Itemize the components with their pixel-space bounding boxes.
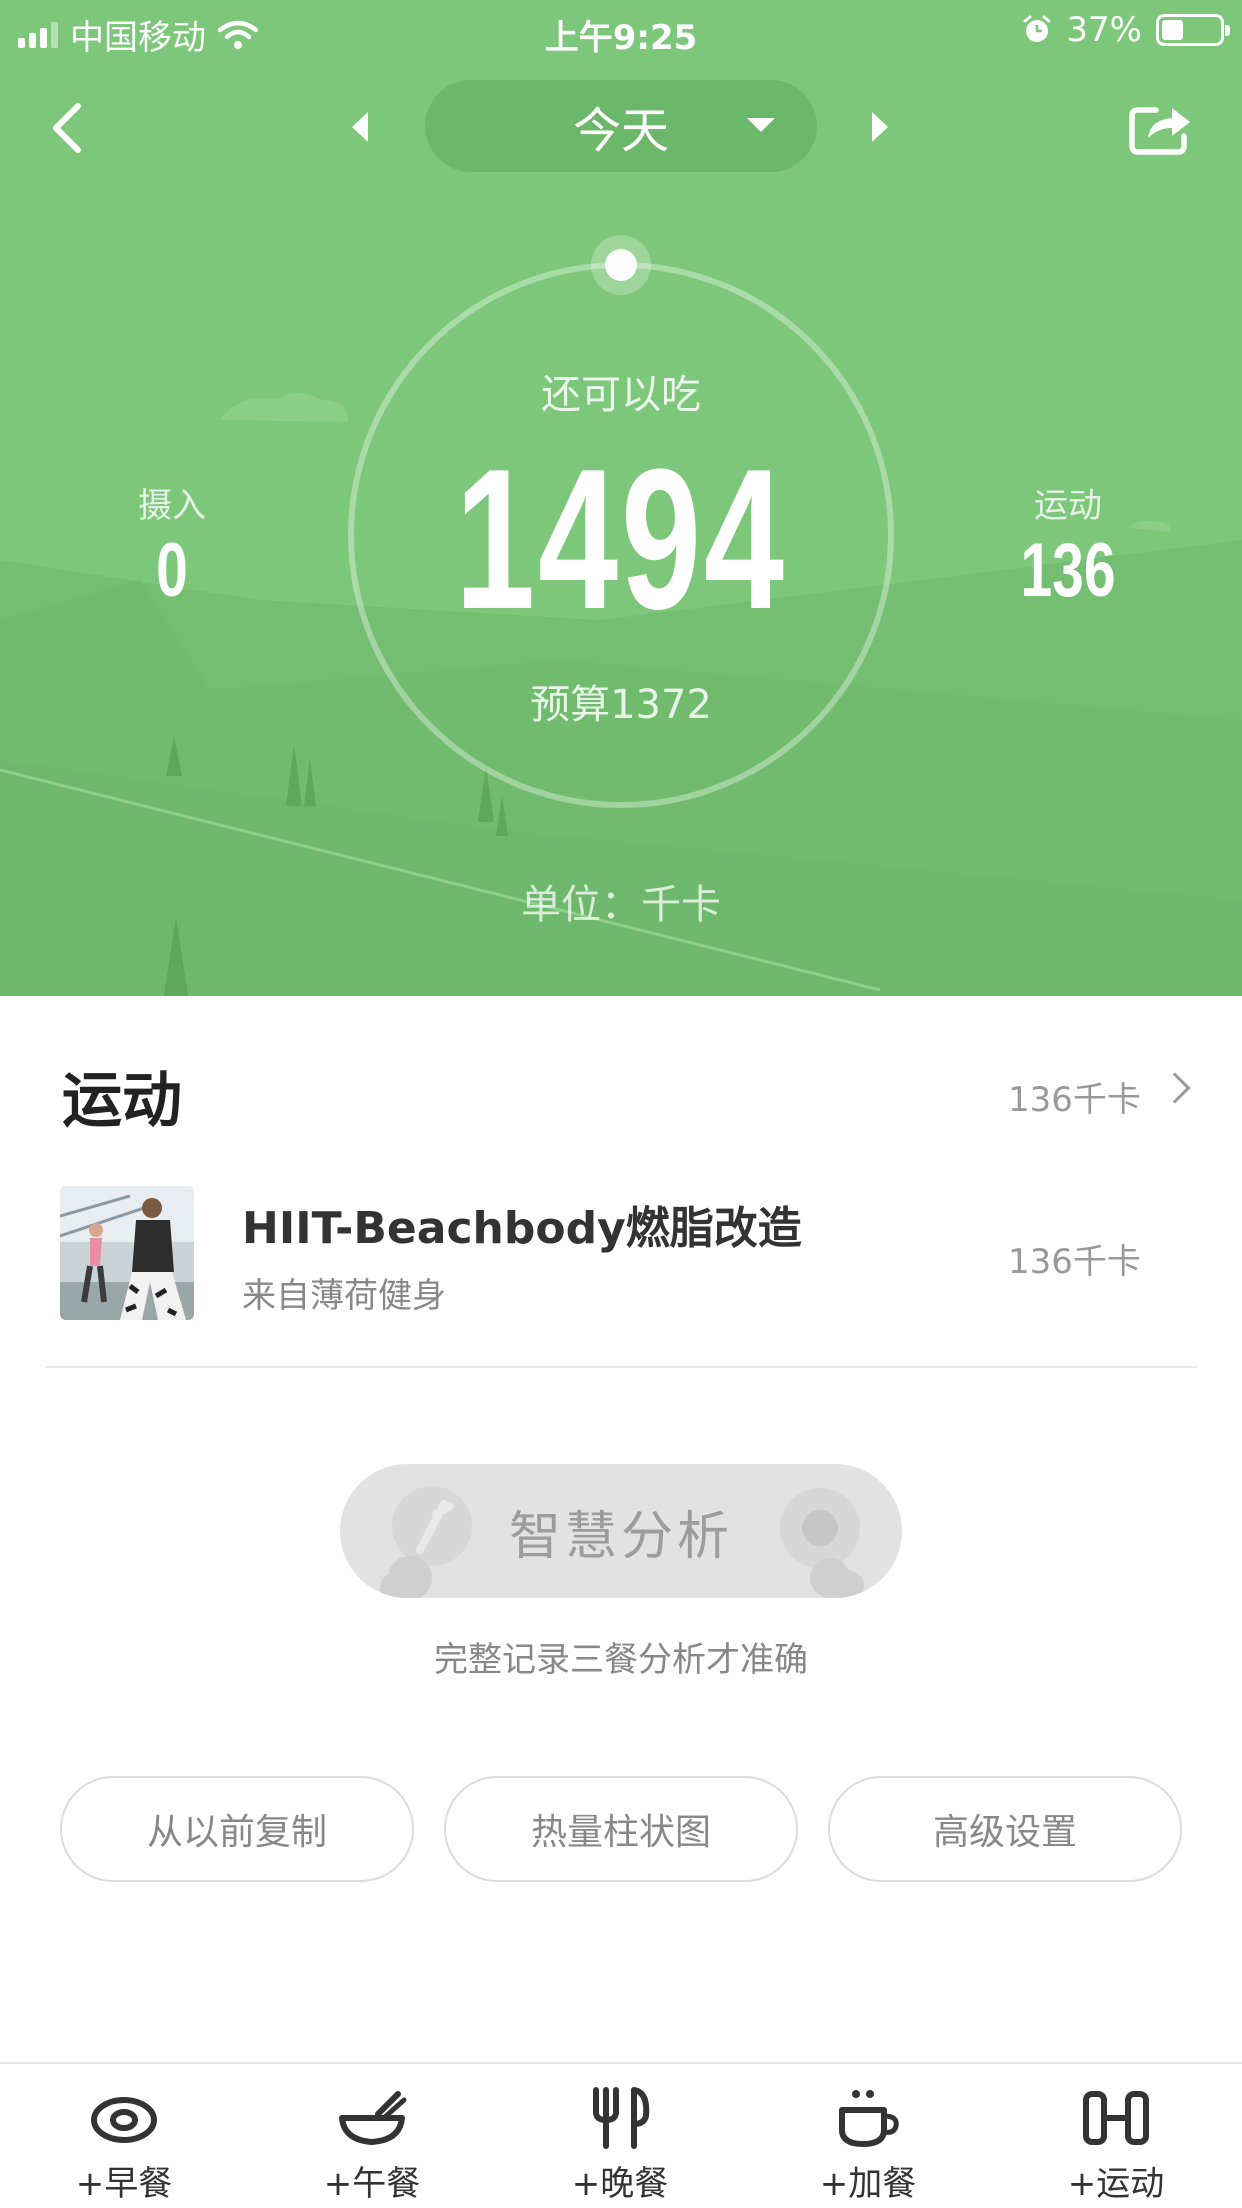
add-exercise-label: +运动: [1067, 2164, 1165, 2204]
add-exercise-button[interactable]: +运动: [992, 2064, 1240, 2208]
cup-icon: [839, 2090, 899, 2147]
dumbbell-icon: [1083, 2091, 1149, 2145]
exercise-value: 136: [1020, 528, 1116, 613]
divider: [45, 1366, 1197, 1368]
copy-from-previous-button[interactable]: 从以前复制: [60, 1776, 414, 1882]
intake-label: 摄入: [138, 486, 206, 526]
battery-icon: [1156, 14, 1230, 46]
exercise-list-item[interactable]: HIIT-Beachbody燃脂改造 来自薄荷健身 136千卡: [0, 1186, 1242, 1364]
date-selector[interactable]: 今天: [425, 80, 817, 172]
alarm-icon: [1023, 15, 1051, 42]
exercise-thumbnail: [60, 1186, 194, 1320]
caret-down-icon: [747, 118, 775, 132]
back-icon[interactable]: [40, 98, 100, 158]
egg-icon: [91, 2097, 157, 2143]
bowl-icon: [339, 2091, 407, 2145]
remaining-calories: 1494: [455, 428, 787, 651]
advanced-settings-button[interactable]: 高级设置: [828, 1776, 1182, 1882]
next-day-arrow[interactable]: [872, 112, 888, 142]
smart-analysis-label: 智慧分析: [508, 1506, 733, 1567]
exercise-label: 运动: [1034, 486, 1102, 526]
chevron-right-icon[interactable]: [1159, 1072, 1191, 1104]
date-navbar: 今天: [0, 78, 1242, 178]
unit-text: 单位：千卡: [521, 882, 721, 928]
exercise-calories: 136千卡: [1008, 1242, 1141, 1282]
add-breakfast-button[interactable]: +早餐: [0, 2064, 248, 2208]
exercise-section-title: 运动: [62, 1066, 182, 1136]
smart-analysis-button[interactable]: 智慧分析: [340, 1464, 902, 1598]
add-breakfast-label: +早餐: [75, 2164, 173, 2204]
fork-knife-icon: [593, 2087, 650, 2149]
intake-stat: 摄入 0: [62, 478, 282, 609]
add-snack-label: +加餐: [819, 2164, 917, 2204]
prev-day-arrow[interactable]: [352, 112, 368, 142]
add-dinner-button[interactable]: +晚餐: [496, 2064, 744, 2208]
analysis-hint: 完整记录三餐分析才准确: [434, 1640, 808, 1680]
date-label: 今天: [572, 103, 669, 159]
intake-value: 0: [156, 528, 188, 613]
remaining-label: 还可以吃: [541, 372, 701, 418]
battery-percent: 37%: [1066, 10, 1142, 50]
status-bar: 中国移动 上午9:25 37%: [0, 0, 1242, 62]
budget-text: 预算1372: [530, 682, 712, 728]
share-icon[interactable]: [1128, 98, 1194, 158]
exercise-stat: 运动 136: [958, 478, 1178, 609]
add-lunch-button[interactable]: +午餐: [248, 2064, 496, 2208]
bottom-action-bar: +早餐 +午餐 +晚餐 +加餐 +运动: [0, 2062, 1242, 2208]
summary-header: 中国移动 上午9:25 37% 今天 还可以吃 1494 预算1372 摄入 0…: [0, 0, 1242, 996]
exercise-source: 来自薄荷健身: [242, 1276, 446, 1316]
calorie-bar-chart-button[interactable]: 热量柱状图: [444, 1776, 798, 1882]
add-lunch-label: +午餐: [323, 2164, 421, 2204]
exercise-name: HIIT-Beachbody燃脂改造: [242, 1203, 802, 1254]
exercise-section-total[interactable]: 136千卡: [1008, 1072, 1141, 1121]
add-snack-button[interactable]: +加餐: [744, 2064, 992, 2208]
add-dinner-label: +晚餐: [571, 2164, 669, 2204]
